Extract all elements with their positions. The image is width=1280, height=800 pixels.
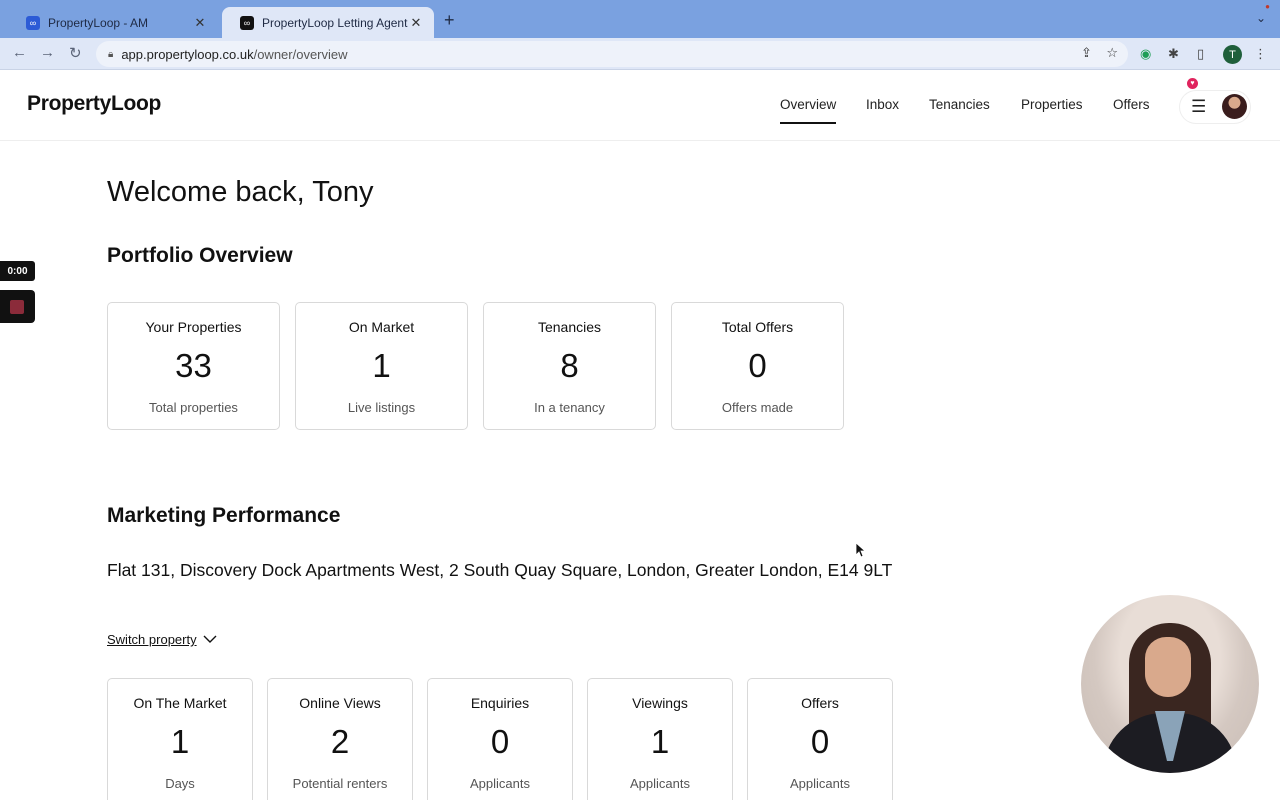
share-icon[interactable]: ⇪ [1081,45,1092,60]
chevron-down-icon [203,632,217,647]
metric-label: Enquiries [470,695,530,711]
propertyloop-favicon-icon: ∞ [240,15,254,30]
metric-label: Online Views [299,695,381,711]
stat-label: On Market [348,319,415,335]
stat-sublabel: Offers made [721,400,794,415]
puzzle-extensions-icon[interactable]: ✱ [1168,46,1179,62]
stat-value: 1 [372,347,391,384]
recording-timer: 0:00 [0,261,35,281]
metric-label: On The Market [133,695,227,711]
metric-value: 0 [490,723,510,760]
browser-tab-1[interactable]: ∞ PropertyLoop - AM ✕ [8,7,218,38]
new-tab-icon[interactable]: + [444,10,455,31]
switch-property-label: Switch property [107,632,197,647]
side-panel-icon[interactable]: ▯ [1197,46,1204,62]
stat-value: 0 [748,347,767,384]
metric-value: 1 [650,723,670,760]
forward-arrow-icon[interactable]: → [40,44,55,61]
mouse-cursor-icon [855,542,867,561]
window-control-dot-icon[interactable]: ● [1265,2,1270,11]
metric-label: Viewings [632,695,688,711]
kebab-menu-icon[interactable]: ⋮ [1254,46,1267,62]
stat-sublabel: In a tenancy [534,400,605,415]
tab-title: PropertyLoop - AM [48,15,149,30]
address-bar[interactable]: 🔒︎ app.propertyloop.co.uk/owner/overview… [96,41,1128,67]
metric-value: 0 [810,723,830,760]
stat-value: 8 [560,347,579,384]
metric-card-viewings[interactable]: Viewings 1 Applicants [587,678,733,800]
bookmark-star-icon[interactable]: ☆ [1106,45,1118,60]
stat-label: Your Properties [145,319,242,335]
back-arrow-icon[interactable]: ← [12,44,27,61]
property-address: Flat 131, Discovery Dock Apartments West… [107,560,893,580]
metric-sublabel: Potential renters [292,776,388,791]
stat-label: Tenancies [537,319,602,335]
stat-card-total-offers[interactable]: Total Offers 0 Offers made [671,302,844,430]
metric-sublabel: Applicants [470,776,530,791]
metric-sublabel: Applicants [790,776,850,791]
stat-value: 33 [175,347,212,384]
metric-value: 1 [170,723,190,760]
url-domain: app.propertyloop.co.uk [121,46,254,62]
close-tab-icon[interactable]: ✕ [192,15,208,31]
welcome-heading: Welcome back, Tony [107,176,374,208]
nav-overview[interactable]: Overview [780,97,837,124]
propertyloop-favicon-icon: ∞ [26,15,40,30]
notification-badge-icon: ♥ [1187,78,1198,89]
extension-icon[interactable]: ◉ [1140,46,1151,62]
metric-label: Offers [801,695,839,711]
metric-card-enquiries[interactable]: Enquiries 0 Applicants [427,678,573,800]
stop-recording-button[interactable] [0,290,35,323]
stop-icon [10,300,24,314]
switch-property-link[interactable]: Switch property [107,632,217,647]
webcam-face [1145,637,1191,697]
webcam-bubble[interactable] [1081,595,1259,773]
reload-icon[interactable]: ↻ [69,44,82,62]
metric-sublabel: Applicants [630,776,690,791]
stat-card-tenancies[interactable]: Tenancies 8 In a tenancy [483,302,656,430]
nav-inbox[interactable]: Inbox [866,97,899,112]
profile-avatar[interactable]: T [1223,45,1242,64]
stat-sublabel: Total properties [149,400,238,415]
tab-search-chevron-icon[interactable]: ⌄ [1256,11,1266,25]
nav-offers[interactable]: Offers [1113,97,1150,112]
stat-card-your-properties[interactable]: Your Properties 33 Total properties [107,302,280,430]
user-avatar [1222,94,1247,119]
nav-properties[interactable]: Properties [1021,97,1083,112]
stat-card-on-market[interactable]: On Market 1 Live listings [295,302,468,430]
tab-title: PropertyLoop Letting Agents In [262,15,408,30]
metric-sublabel: Days [165,776,195,791]
site-header: PropertyLoop Overview Inbox Tenancies Pr… [0,70,1280,141]
metric-card-online-views[interactable]: Online Views 2 Potential renters [267,678,413,800]
portfolio-overview-heading: Portfolio Overview [107,244,293,267]
browser-tab-2[interactable]: ∞ PropertyLoop Letting Agents In ✕ [222,7,434,38]
hamburger-menu-icon: ☰ [1191,97,1207,116]
marketing-performance-heading: Marketing Performance [107,504,341,527]
browser-tab-bar: ∞ PropertyLoop - AM ✕ ∞ PropertyLoop Let… [0,0,1280,38]
metric-card-on-the-market[interactable]: On The Market 1 Days [107,678,253,800]
account-menu-button[interactable]: ☰ [1180,91,1250,123]
lock-icon: 🔒︎ [108,48,114,60]
close-tab-icon[interactable]: ✕ [408,15,424,31]
metric-card-offers[interactable]: Offers 0 Applicants [747,678,893,800]
propertyloop-logo[interactable]: PropertyLoop [27,92,161,116]
nav-tenancies[interactable]: Tenancies [929,97,990,112]
metric-value: 2 [330,723,350,760]
browser-toolbar: ← → ↻ 🔒︎ app.propertyloop.co.uk/owner/ov… [0,38,1280,70]
stat-sublabel: Live listings [347,400,416,415]
stat-label: Total Offers [721,319,794,335]
url-path: /owner/overview [253,46,348,62]
